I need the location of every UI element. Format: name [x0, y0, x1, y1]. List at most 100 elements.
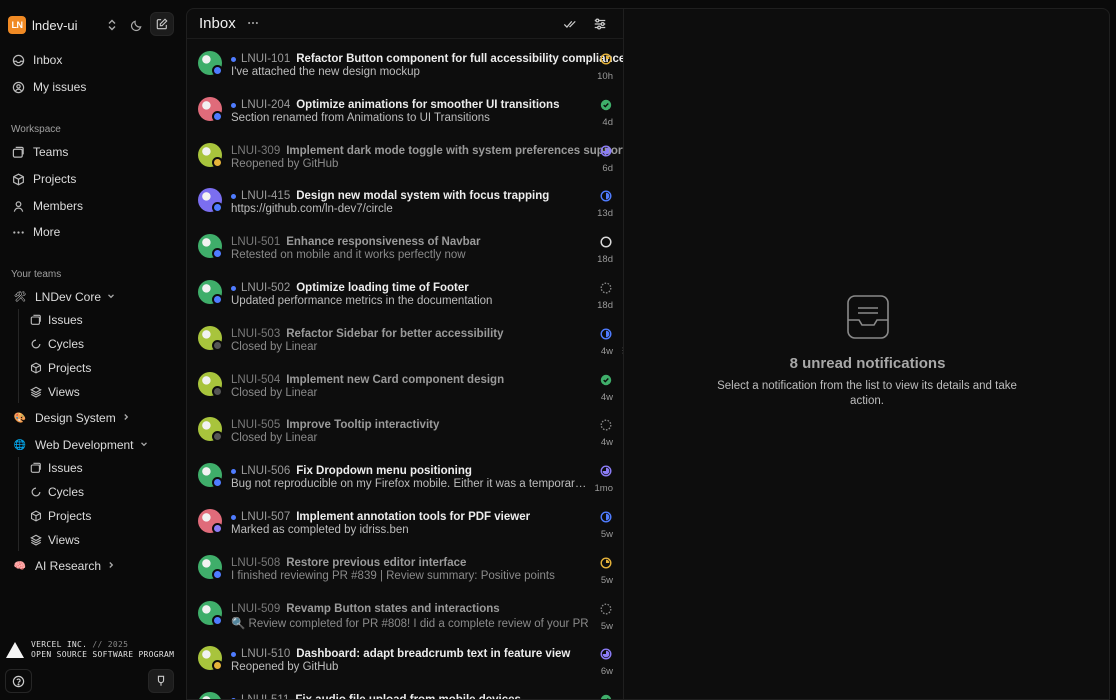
notification-detail: Retested on mobile and it works perfectl… [231, 249, 466, 262]
notification-detail: Closed by Linear [231, 340, 318, 353]
chevron-up-down-icon[interactable] [104, 17, 120, 33]
nav-projects[interactable]: Projects [4, 167, 180, 191]
more-options-button[interactable] [245, 15, 261, 31]
notification-row[interactable]: LNUI-415 Design new modal system with foc… [187, 184, 623, 230]
inbox-icon [11, 53, 25, 67]
team-web-development[interactable]: 🌐 Web Development [4, 433, 180, 457]
cycle-icon [29, 338, 42, 351]
moon-icon[interactable] [128, 17, 144, 33]
notification-row[interactable]: LNUI-505 Improve Tooltip interactivity Clo… [187, 413, 623, 459]
unread-indicator [231, 194, 236, 200]
notification-row[interactable]: LNUI-510 Dashboard: adapt breadcrumb text… [187, 642, 623, 688]
notification-heading: LNUI-501 Enhance responsiveness of Navbar [231, 234, 481, 250]
issue-title: Design new modal system with focus trapp… [296, 190, 550, 203]
team-web-views[interactable]: Views [29, 529, 179, 551]
notification-detail: I finished reviewing PR #839 | Review su… [231, 569, 555, 582]
ellipsis-icon [248, 21, 258, 25]
feedback-button[interactable] [148, 669, 174, 693]
team-lndev-cycles[interactable]: Cycles [29, 333, 179, 355]
notification-time: 6w [600, 666, 613, 678]
team-web-cycles[interactable]: Cycles [29, 481, 179, 503]
unread-indicator [231, 469, 236, 475]
notification-heading: LNUI-309 Implement dark mode toggle with … [231, 143, 623, 159]
layers-icon [29, 386, 42, 399]
vercel-oss-banner[interactable]: VERCEL INC. // 2025 OPEN SOURCE SOFTWARE… [6, 638, 182, 662]
notification-detail: https://github.com/ln-dev7/circle [231, 203, 393, 216]
nav-my-issues[interactable]: My issues [4, 75, 180, 99]
notification-detail: Reopened by GitHub [231, 157, 339, 170]
team-lndev-projects[interactable]: Projects [29, 357, 179, 379]
notification-row[interactable]: LNUI-101 Refactor Button component for fu… [187, 47, 623, 93]
notification-row[interactable]: LNUI-504 Implement new Card component des… [187, 368, 623, 414]
nav-members-label: Members [33, 199, 84, 213]
team-name: LNDev Core [35, 290, 102, 304]
team-tree-line [18, 309, 19, 403]
empty-state-description: Select a notification from the list to v… [717, 380, 1017, 407]
help-button[interactable] [5, 669, 32, 693]
workspace-header[interactable]: LN lndev-ui [8, 12, 178, 36]
inbox-list-panel: Inbox LNUI-101 Refactor Button component … [187, 9, 624, 699]
notification-row[interactable]: LNUI-503 Refactor Sidebar for better acce… [187, 322, 623, 368]
sub-item-label: Views [48, 533, 80, 547]
vercel-logo-icon [6, 642, 24, 658]
team-tree-line [18, 457, 19, 551]
mark-all-read-button[interactable] [561, 15, 579, 33]
issue-title: Refactor Sidebar for better accessibilit… [286, 327, 504, 340]
notification-detail: Marked as completed by idriss.ben [231, 524, 409, 536]
nav-members[interactable]: Members [4, 194, 180, 218]
user-icon [11, 199, 25, 213]
app-root: LN lndev-ui Inbox My issues Workspace Te… [0, 0, 1116, 700]
issue-id: LNUI-204 [241, 98, 291, 111]
nav-more[interactable]: More [4, 220, 180, 244]
notification-row[interactable]: LNUI-509 Revamp Button states and interac… [187, 597, 623, 643]
issue-title: Optimize loading time of Footer [296, 282, 469, 294]
stack-icon [29, 462, 42, 475]
stack-icon [11, 145, 25, 159]
team-web-issues[interactable]: Issues [29, 457, 179, 479]
issue-title: Fix Dropdown menu positioning [296, 465, 472, 478]
workspace-logo: LN [8, 16, 26, 34]
issue-title: Restore previous editor interface [286, 556, 467, 569]
notification-type-badge [212, 339, 223, 351]
notification-row[interactable]: LNUI-502 Optimize loading time of Footer U… [187, 276, 623, 322]
team-design-system[interactable]: 🎨 Design System [4, 406, 180, 430]
team-ai-research[interactable]: 🧠 AI Research [4, 554, 180, 578]
notification-type-badge [212, 156, 223, 168]
status-technical-review-icon [600, 511, 612, 523]
notification-row[interactable]: LNUI-508 Restore previous editor interfac… [187, 551, 623, 597]
notification-row[interactable]: LNUI-507 Implement annotation tools for P… [187, 505, 623, 551]
notification-row[interactable]: LNUI-309 Implement dark mode toggle with … [187, 139, 623, 185]
issue-id: LNUI-502 [241, 282, 291, 294]
notification-row[interactable]: LNUI-506 Fix Dropdown menu positioning Bug… [187, 459, 623, 505]
status-backlog-icon [600, 603, 612, 615]
status-technical-review-icon [600, 328, 612, 340]
team-web-projects[interactable]: Projects [29, 505, 179, 527]
notification-row[interactable]: LNUI-501 Enhance responsiveness of Navbar… [187, 230, 623, 276]
unread-indicator [231, 57, 236, 62]
sub-item-label: Issues [48, 313, 83, 327]
nav-teams[interactable]: Teams [4, 140, 180, 164]
notification-type-badge [212, 523, 223, 534]
stack-icon [29, 314, 42, 327]
team-icon: 🛠 [13, 291, 27, 303]
compose-button[interactable] [150, 12, 174, 36]
team-lndev-views[interactable]: Views [29, 381, 179, 403]
display-options-button[interactable] [591, 15, 609, 33]
notification-detail: Closed by Linear [231, 432, 318, 445]
sidebar: LN lndev-ui Inbox My issues Workspace Te… [0, 0, 186, 700]
nav-inbox[interactable]: Inbox [4, 48, 180, 72]
notification-detail: I've attached the new design mockup [231, 66, 420, 78]
notification-type-badge [212, 568, 223, 580]
notification-row[interactable]: LNUI-511 Fix audio file upload from mobil… [187, 688, 623, 699]
team-lndev-issues[interactable]: Issues [29, 309, 179, 331]
notification-detail: Bug not reproducible on my Firefox mobil… [231, 478, 589, 491]
workspace-name[interactable]: lndev-ui [32, 18, 78, 33]
notification-row[interactable]: LNUI-204 Optimize animations for smoother… [187, 93, 623, 139]
unread-indicator [231, 652, 236, 658]
nav-teams-label: Teams [33, 145, 69, 159]
teams-section-label: Your teams [11, 269, 62, 280]
workspace-section-label: Workspace [11, 124, 61, 135]
vercel-line1: VERCEL INC. [31, 640, 88, 649]
notification-heading: LNUI-505 Improve Tooltip interactivity [231, 417, 439, 433]
team-lndev-core[interactable]: 🛠 LNDev Core [4, 285, 180, 309]
